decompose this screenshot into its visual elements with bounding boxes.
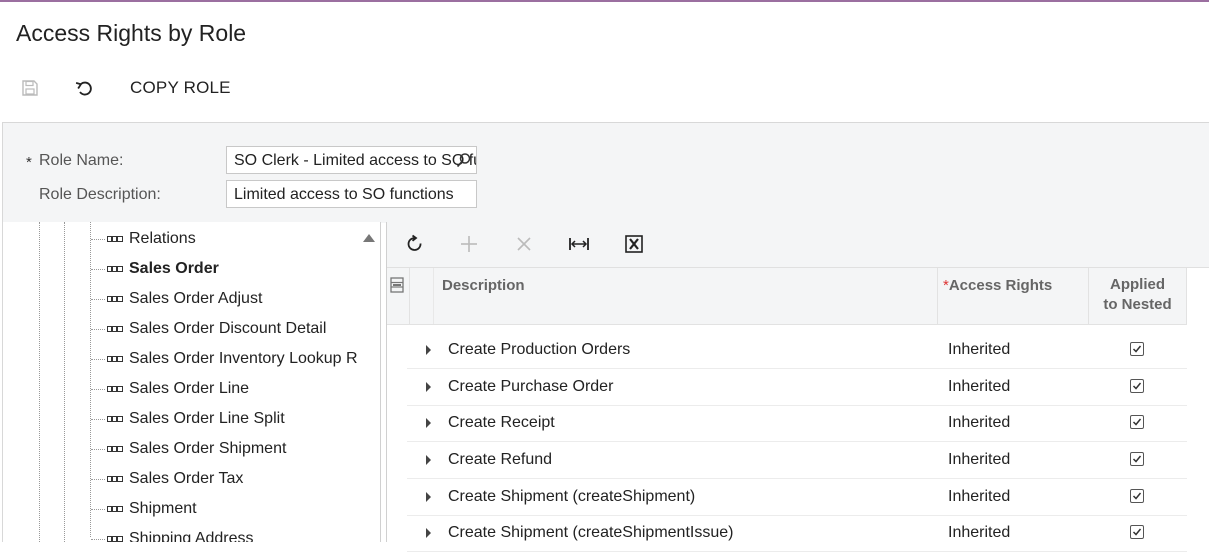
applied-header-line2: to Nested bbox=[1103, 296, 1172, 313]
tree-item-label: Sales Order Tax bbox=[129, 470, 244, 487]
tree-item-label: Sales Order Adjust bbox=[129, 290, 263, 307]
tree-item-sales-order-inventory-lookup[interactable]: Sales Order Inventory Lookup R bbox=[91, 344, 358, 374]
copy-role-button[interactable]: COPY ROLE bbox=[130, 78, 231, 98]
table-icon bbox=[107, 386, 123, 392]
expand-caret-icon[interactable] bbox=[426, 455, 431, 465]
table-icon bbox=[107, 326, 123, 332]
row-access-rights[interactable]: Inherited bbox=[948, 341, 1010, 359]
expand-caret-icon[interactable] bbox=[426, 345, 431, 355]
applied-to-nested-checkbox[interactable] bbox=[1130, 525, 1144, 539]
row-access-rights[interactable]: Inherited bbox=[948, 488, 1010, 506]
row-description: Create Receipt bbox=[448, 414, 555, 431]
table-row[interactable]: Create Shipment (createShipmentIssue) In… bbox=[407, 515, 1187, 552]
table-icon bbox=[107, 266, 123, 272]
row-description: Create Purchase Order bbox=[448, 378, 614, 395]
tree-guide-line bbox=[64, 222, 65, 542]
delete-icon[interactable] bbox=[512, 232, 536, 256]
table-row[interactable]: Create Refund Inherited bbox=[407, 442, 1187, 479]
table-row[interactable]: Create Production Orders Inherited bbox=[407, 332, 1187, 369]
tree-item-sales-order-tax[interactable]: Sales Order Tax bbox=[91, 464, 243, 494]
search-icon[interactable] bbox=[456, 152, 472, 173]
row-description: Create Shipment (createShipment) bbox=[448, 488, 696, 505]
tree-item-label: Relations bbox=[129, 230, 196, 247]
tree-item-shipping-address[interactable]: Shipping Address bbox=[91, 524, 254, 542]
row-settings-column[interactable] bbox=[387, 268, 410, 324]
table-icon bbox=[107, 416, 123, 422]
tree-item-label: Sales Order bbox=[129, 260, 219, 277]
access-rights-grid: Description *Access Rights Applied to Nes… bbox=[386, 222, 1209, 552]
expand-column bbox=[410, 268, 434, 324]
tree-item-sales-order-shipment[interactable]: Sales Order Shipment bbox=[91, 434, 286, 464]
screen-tree[interactable]: Relations Sales Order Sales Order Adjust… bbox=[2, 222, 381, 542]
tree-item-label: Sales Order Discount Detail bbox=[129, 320, 327, 337]
row-description: Create Production Orders bbox=[448, 341, 631, 358]
page-title: Access Rights by Role bbox=[16, 20, 247, 46]
applied-to-nested-checkbox[interactable] bbox=[1130, 379, 1144, 393]
description-header-label: Description bbox=[442, 277, 525, 294]
tree-guide-line bbox=[39, 222, 40, 542]
role-form: * Role Name: SO Clerk - Limited access t… bbox=[2, 122, 1209, 223]
row-access-rights[interactable]: Inherited bbox=[948, 524, 1010, 542]
tree-item-label: Sales Order Shipment bbox=[129, 440, 287, 457]
applied-to-nested-checkbox[interactable] bbox=[1130, 415, 1144, 429]
table-icon bbox=[107, 236, 123, 242]
tree-item-label: Sales Order Inventory Lookup R bbox=[129, 350, 358, 367]
table-row[interactable]: Create Receipt Inherited bbox=[407, 405, 1187, 442]
table-icon bbox=[107, 536, 123, 542]
applied-header-line1: Applied bbox=[1110, 276, 1165, 293]
grid-toolbar bbox=[387, 222, 1209, 268]
role-description-input[interactable]: Limited access to SO functions bbox=[226, 180, 477, 208]
applied-to-nested-checkbox[interactable] bbox=[1130, 489, 1144, 503]
role-name-value: SO Clerk - Limited access to SO function… bbox=[234, 152, 476, 169]
tree-item-sales-order-adjust[interactable]: Sales Order Adjust bbox=[91, 284, 262, 314]
export-excel-icon[interactable] bbox=[622, 232, 646, 256]
access-rights-header-label: Access Rights bbox=[948, 277, 1053, 294]
row-access-rights[interactable]: Inherited bbox=[948, 414, 1010, 432]
expand-caret-icon[interactable] bbox=[426, 418, 431, 428]
expand-caret-icon[interactable] bbox=[426, 382, 431, 392]
refresh-icon[interactable] bbox=[403, 232, 427, 256]
row-description: Create Refund bbox=[448, 451, 553, 468]
table-icon bbox=[107, 296, 123, 302]
save-icon[interactable] bbox=[18, 76, 42, 100]
tree-item-sales-order-discount-detail[interactable]: Sales Order Discount Detail bbox=[91, 314, 326, 344]
table-row[interactable]: Create Purchase Order Inherited bbox=[407, 369, 1187, 406]
tree-item-sales-order-line[interactable]: Sales Order Line bbox=[91, 374, 249, 404]
role-name-input[interactable]: SO Clerk - Limited access to SO function… bbox=[226, 146, 477, 174]
access-rights-column-header[interactable]: *Access Rights bbox=[938, 268, 1089, 324]
tree-item-label: Sales Order Line Split bbox=[129, 410, 285, 427]
role-description-label: Role Description: bbox=[39, 186, 161, 203]
applied-to-nested-column-header[interactable]: Applied to Nested bbox=[1089, 268, 1187, 324]
tree-item-relations[interactable]: Relations bbox=[91, 224, 196, 254]
main-toolbar: COPY ROLE bbox=[0, 72, 1209, 104]
table-icon bbox=[107, 476, 123, 482]
fit-columns-icon[interactable] bbox=[567, 232, 591, 256]
row-access-rights[interactable]: Inherited bbox=[948, 378, 1010, 396]
grid-header: Description *Access Rights Applied to Nes… bbox=[387, 268, 1187, 325]
tree-item-shipment[interactable]: Shipment bbox=[91, 494, 197, 524]
table-icon bbox=[107, 356, 123, 362]
expand-caret-icon[interactable] bbox=[426, 528, 431, 538]
table-icon bbox=[107, 506, 123, 512]
tree-item-label: Sales Order Line bbox=[129, 380, 250, 397]
required-marker: * bbox=[26, 154, 32, 171]
add-icon[interactable] bbox=[457, 232, 481, 256]
table-row[interactable]: Create Shipment (createShipment) Inherit… bbox=[407, 479, 1187, 516]
tree-item-label: Shipment bbox=[129, 500, 197, 517]
undo-icon[interactable] bbox=[73, 76, 97, 100]
row-description: Create Shipment (createShipmentIssue) bbox=[448, 524, 734, 541]
applied-to-nested-checkbox[interactable] bbox=[1130, 342, 1144, 356]
scroll-up-arrow[interactable] bbox=[363, 234, 375, 242]
expand-caret-icon[interactable] bbox=[426, 492, 431, 502]
tree-item-sales-order-line-split[interactable]: Sales Order Line Split bbox=[91, 404, 285, 434]
applied-to-nested-checkbox[interactable] bbox=[1130, 452, 1144, 466]
table-icon bbox=[107, 446, 123, 452]
role-name-label: Role Name: bbox=[39, 152, 124, 169]
description-column-header[interactable]: Description bbox=[434, 268, 938, 324]
top-accent-line bbox=[0, 0, 1209, 2]
role-description-value: Limited access to SO functions bbox=[234, 186, 454, 203]
tree-item-label: Shipping Address bbox=[129, 530, 254, 542]
tree-item-sales-order[interactable]: Sales Order bbox=[91, 254, 219, 284]
row-access-rights[interactable]: Inherited bbox=[948, 451, 1010, 469]
